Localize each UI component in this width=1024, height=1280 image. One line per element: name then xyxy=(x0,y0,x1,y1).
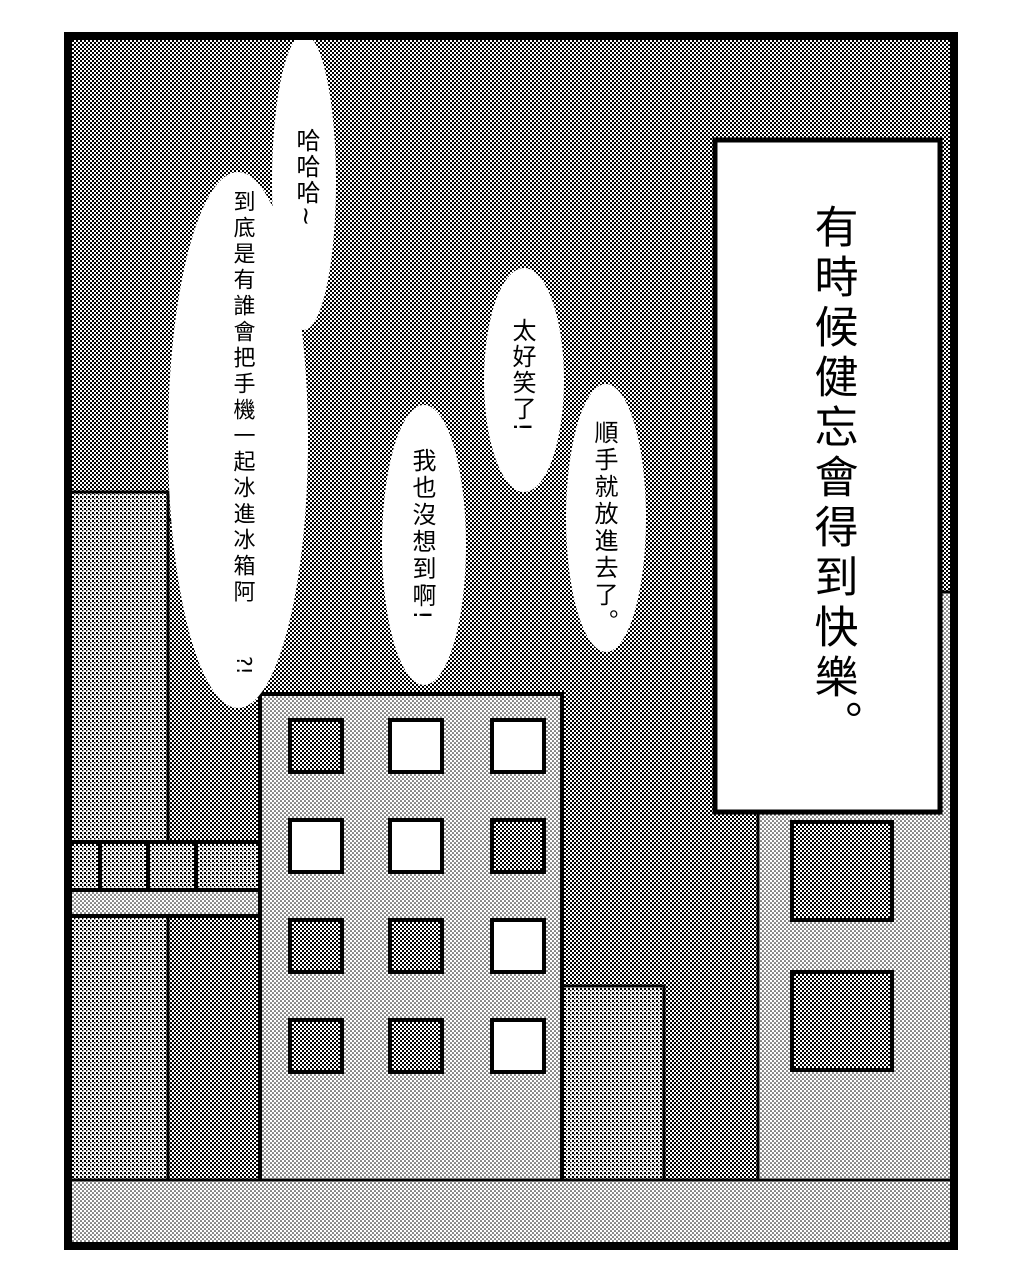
window xyxy=(490,718,546,774)
bubble-text-who: 到底是有誰會把手機一起冰進冰箱阿 xyxy=(230,190,256,606)
window xyxy=(790,820,894,922)
bubble-text-funny: 太好笑了! xyxy=(508,318,536,434)
bubble-text-laugh: 哈哈哈~ xyxy=(292,128,320,228)
bubble-text-never: 我也沒想到啊! xyxy=(408,448,436,623)
window xyxy=(288,1018,344,1074)
narration-period: 。 xyxy=(811,700,862,744)
bridge-railing xyxy=(70,840,262,918)
window xyxy=(288,818,344,874)
window xyxy=(388,1018,444,1074)
narration-text: 有時候健忘會得到快樂 xyxy=(807,204,859,704)
window xyxy=(490,818,546,874)
comic-panel-art: 有時候健忘會得到快樂 。 哈哈哈~ 到底是有誰會把手機一起冰進冰箱阿 ?! 太好… xyxy=(64,32,958,1250)
ground xyxy=(70,1178,952,1244)
bubble-text-who-end: ?! xyxy=(232,656,256,675)
window xyxy=(490,918,546,974)
window xyxy=(490,1018,546,1074)
bubble-text-casual: 順手就放進去了。 xyxy=(590,420,618,636)
window xyxy=(288,918,344,974)
window xyxy=(790,970,894,1072)
window xyxy=(388,818,444,874)
small-building xyxy=(558,984,666,1194)
window xyxy=(388,918,444,974)
window xyxy=(388,718,444,774)
window xyxy=(288,718,344,774)
